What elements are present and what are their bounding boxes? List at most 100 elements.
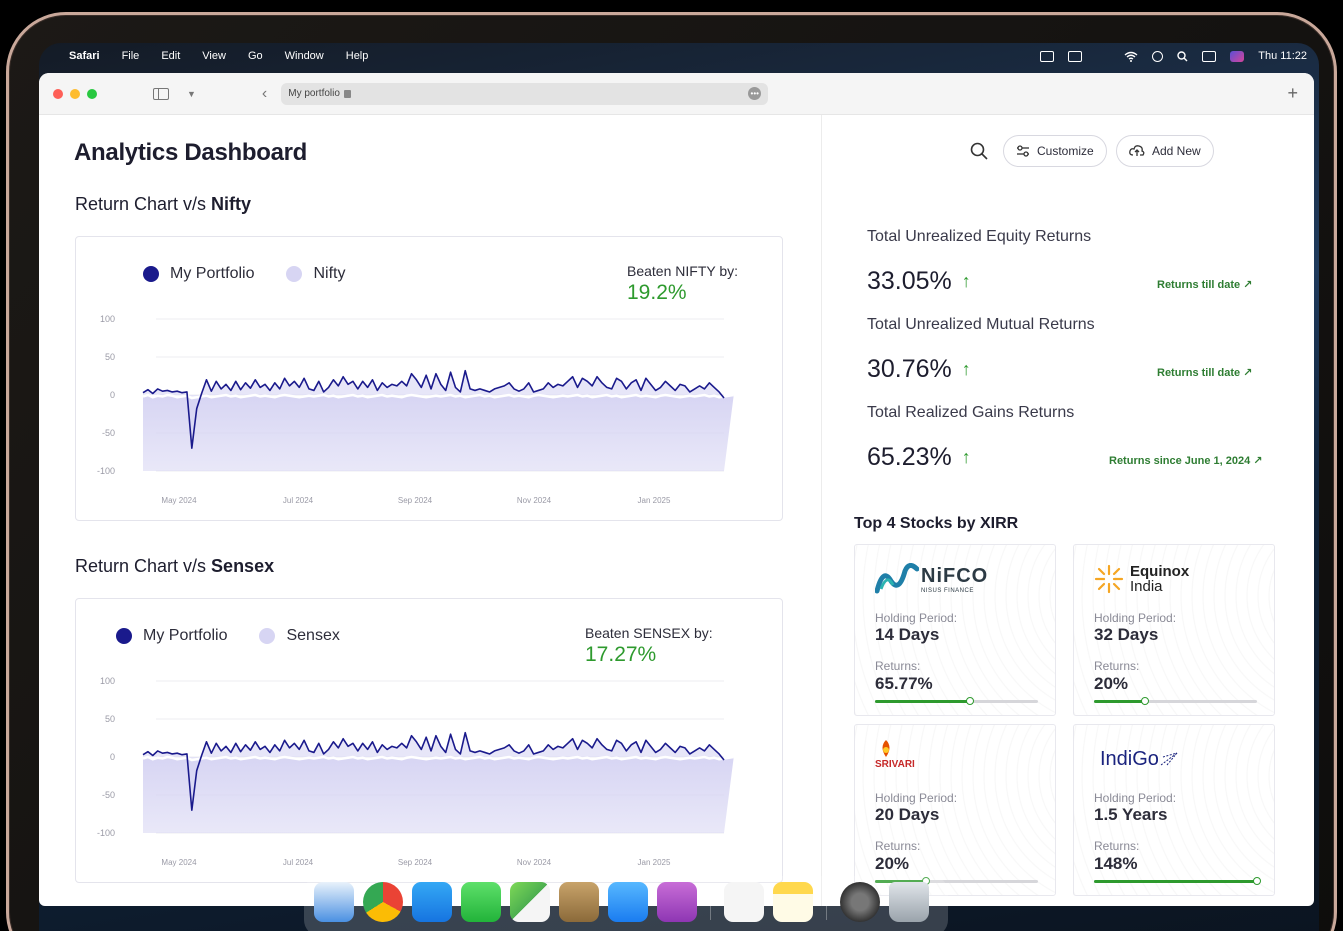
- holding-period-label: Holding Period:: [1094, 791, 1177, 805]
- returns-label: Returns:: [1094, 659, 1140, 673]
- x-tick-label: Sep 2024: [398, 858, 433, 867]
- stock-card-indigo[interactable]: IndiGo Holding Period: 1.5 Years Returns…: [1073, 724, 1275, 896]
- chart-card-sensex: My Portfolio Sensex Beaten SENSEX by: 17…: [75, 598, 783, 883]
- wifi-icon[interactable]: [1124, 51, 1138, 62]
- section-title-bold: Sensex: [211, 556, 275, 576]
- legend-label: My Portfolio: [170, 265, 255, 282]
- beaten-label: Beaten SENSEX by:: [585, 625, 713, 641]
- legend-item-benchmark[interactable]: Sensex: [259, 627, 340, 645]
- user-icon[interactable]: [1152, 50, 1164, 62]
- returns-till-date-link[interactable]: Returns till date ↗: [1157, 278, 1252, 291]
- indigo-logo: IndiGo: [1100, 739, 1179, 779]
- control-center-icon[interactable]: [1202, 50, 1217, 62]
- section-title-nifty: Return Chart v/s Nifty: [75, 194, 251, 215]
- srivari-emblem-icon: [882, 740, 890, 757]
- y-tick-label: 0: [110, 752, 115, 762]
- app-store-icon[interactable]: [412, 882, 452, 922]
- holding-period-value: 32 Days: [1094, 625, 1159, 644]
- zoom-window-button[interactable]: [87, 88, 97, 99]
- page-content: Analytics Dashboard Return Chart v/s Nif…: [39, 115, 1314, 906]
- minimize-window-button[interactable]: [70, 88, 80, 99]
- returns-since-link[interactable]: Returns since June 1, 2024 ↗: [1109, 454, 1263, 467]
- screen-mirroring-icon[interactable]: [1040, 50, 1055, 62]
- nifco-logo: NiFCO NISUS FINANCE: [875, 559, 988, 599]
- chart-legend: My Portfolio Sensex: [116, 627, 372, 645]
- page-title: Analytics Dashboard: [74, 139, 308, 166]
- y-tick-label: 0: [110, 390, 115, 400]
- return-chart-sensex[interactable]: 100 50 0 -50 -100 May 2024 Jul 2024 Sep 2024 Nov…: [76, 669, 782, 874]
- messages-app-icon[interactable]: [461, 882, 501, 922]
- sound-muted-icon[interactable]: [1096, 51, 1110, 62]
- logo-text: Equinox: [1130, 563, 1190, 580]
- holding-period-label: Holding Period:: [875, 791, 958, 805]
- new-tab-button[interactable]: +: [1287, 83, 1298, 104]
- section-title-bold: Nifty: [211, 194, 252, 214]
- menu-go[interactable]: Go: [248, 50, 263, 62]
- dock: [304, 876, 948, 931]
- input-source-icon[interactable]: [1068, 50, 1083, 62]
- maps-app-icon[interactable]: [510, 882, 550, 922]
- system-settings-icon[interactable]: [840, 882, 880, 922]
- x-tick-label: Jul 2024: [283, 858, 314, 867]
- menu-window[interactable]: Window: [285, 50, 324, 62]
- dock-separator: [826, 884, 827, 920]
- mail-app-icon[interactable]: [608, 882, 648, 922]
- returns-progress-bar: [1094, 877, 1261, 885]
- menu-edit[interactable]: Edit: [161, 50, 180, 62]
- legend-item-benchmark[interactable]: Nifty: [286, 265, 345, 283]
- y-tick-label: -100: [97, 828, 115, 838]
- trash-icon[interactable]: [889, 882, 929, 922]
- chevron-down-icon[interactable]: ▼: [187, 89, 196, 99]
- progress-knob: [965, 697, 974, 705]
- section-title-prefix: Return Chart v/s: [75, 194, 212, 214]
- beaten-value: 19.2%: [627, 281, 687, 304]
- menu-help[interactable]: Help: [346, 50, 369, 62]
- legend-dot-portfolio: [143, 266, 159, 282]
- y-tick-label: -50: [102, 790, 115, 800]
- menu-app-name[interactable]: Safari: [69, 50, 100, 62]
- menu-file[interactable]: File: [122, 50, 140, 62]
- notes-app-icon[interactable]: [773, 882, 813, 922]
- nifco-logo-mark: [875, 563, 919, 594]
- spotlight-icon[interactable]: [1177, 50, 1188, 62]
- address-bar[interactable]: My portfolio •••: [281, 82, 769, 105]
- close-window-button[interactable]: [53, 88, 63, 99]
- siri-icon[interactable]: [1230, 50, 1245, 62]
- beaten-indicator: Beaten SENSEX by: 17.27%: [585, 625, 713, 667]
- progress-knob: [1253, 877, 1261, 885]
- metric-label-mutual: Total Unrealized Mutual Returns: [867, 316, 1095, 333]
- search-icon[interactable]: [970, 142, 988, 160]
- keynote-app-icon[interactable]: [559, 882, 599, 922]
- return-chart-nifty[interactable]: 100 50 0 -50 -100 May 2024 Jul 2024 Sep 2024 Nov…: [76, 307, 782, 512]
- progress-knob: [1140, 697, 1149, 705]
- x-tick-label: Jul 2024: [283, 496, 314, 505]
- page-menu-icon[interactable]: •••: [748, 87, 762, 100]
- returns-label: Returns:: [875, 839, 921, 853]
- returns-progress-bar: [875, 697, 1038, 705]
- holding-period-value: 20 Days: [875, 805, 940, 824]
- podcasts-app-icon[interactable]: [657, 882, 697, 922]
- reminders-app-icon[interactable]: [724, 882, 764, 922]
- legend-item-portfolio[interactable]: My Portfolio: [116, 627, 227, 645]
- chrome-app-icon[interactable]: [363, 882, 403, 922]
- logo-text: SRIVARI: [875, 759, 915, 770]
- logo-subtext: India: [1130, 578, 1163, 595]
- legend-dot-benchmark: [286, 266, 303, 282]
- back-arrow-icon[interactable]: ‹: [262, 85, 267, 103]
- section-title-sensex: Return Chart v/s Sensex: [75, 556, 274, 577]
- customize-button[interactable]: Customize: [1003, 135, 1107, 167]
- menu-clock[interactable]: Thu 11:22: [1258, 50, 1307, 62]
- stock-card-srivari[interactable]: SRIVARI Holding Period: 20 Days Returns:…: [854, 724, 1056, 896]
- add-new-button[interactable]: Add New: [1116, 135, 1214, 167]
- menu-bar: Safari File Edit View Go Window Help Thu…: [39, 43, 1319, 69]
- stock-card-equinox[interactable]: Equinox India Holding Period: 32 Days Re…: [1073, 544, 1275, 716]
- returns-till-date-link[interactable]: Returns till date ↗: [1157, 366, 1252, 379]
- returns-progress-bar: [1094, 697, 1257, 705]
- stock-card-nifco[interactable]: NiFCO NISUS FINANCE Holding Period: 14 D…: [854, 544, 1056, 716]
- menu-view[interactable]: View: [202, 50, 226, 62]
- sidebar-toggle-icon[interactable]: [153, 87, 169, 100]
- chart-legend: My Portfolio Nifty: [143, 265, 377, 283]
- legend-item-portfolio[interactable]: My Portfolio: [143, 265, 254, 283]
- finder-app-icon[interactable]: [314, 882, 354, 922]
- x-tick-label: May 2024: [161, 496, 197, 505]
